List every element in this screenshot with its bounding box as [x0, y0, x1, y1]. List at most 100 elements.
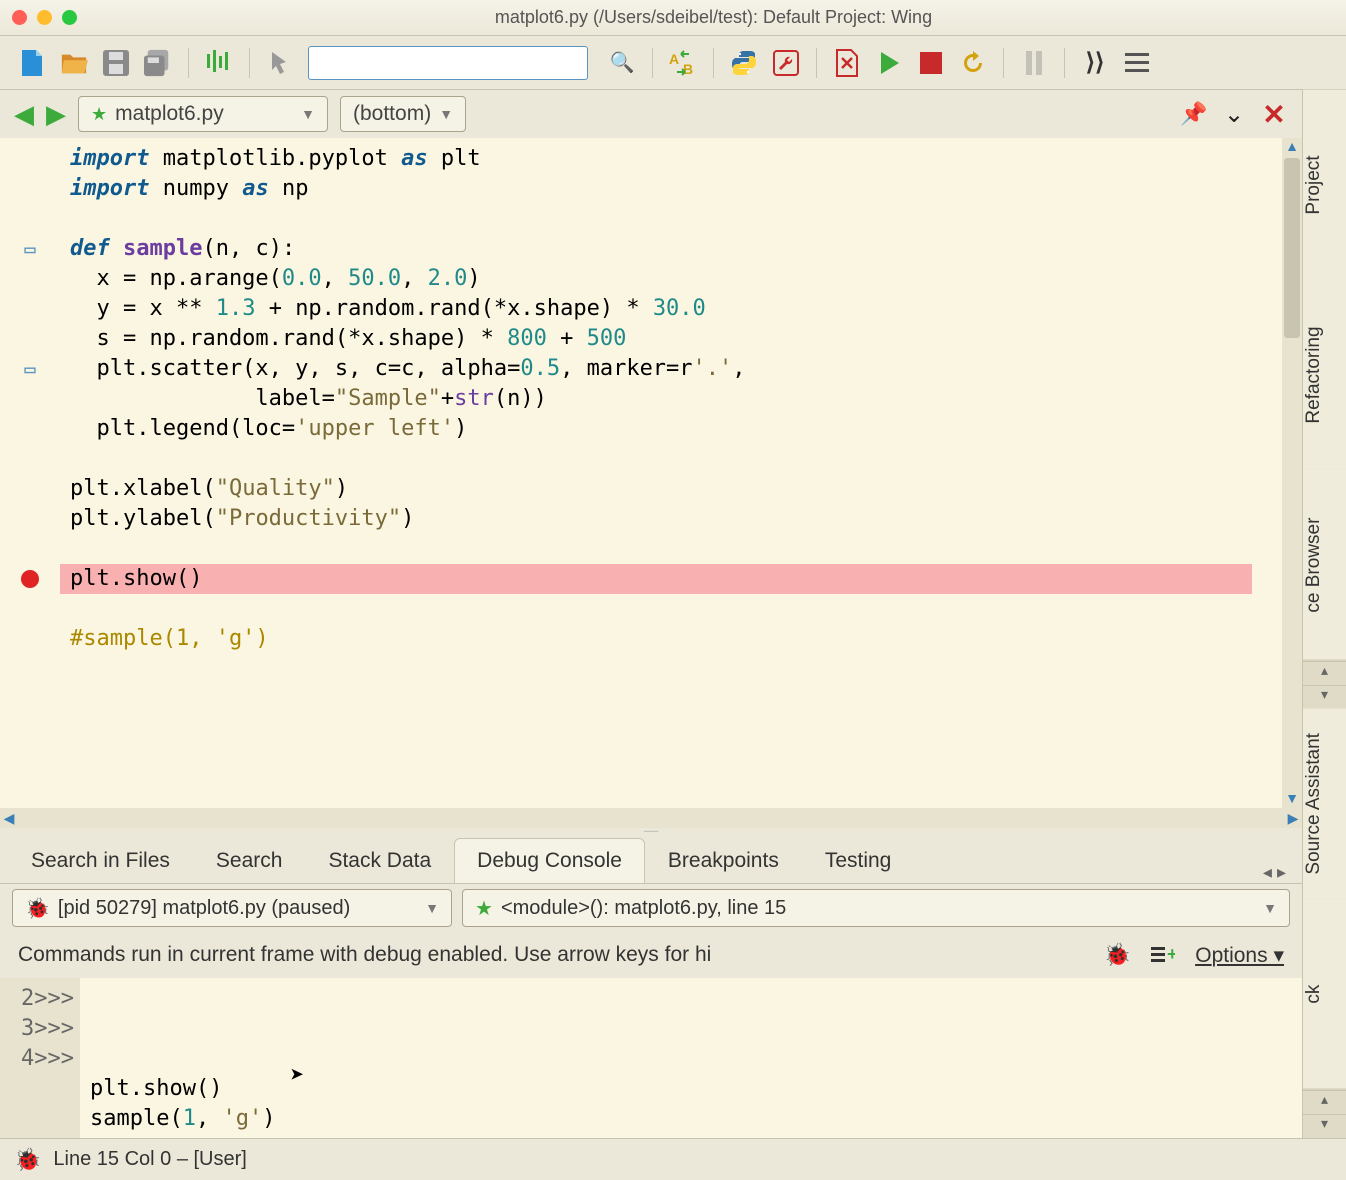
wrench-icon[interactable] — [772, 49, 800, 77]
nav-forward-icon[interactable]: ▶ — [46, 99, 66, 130]
step-icon[interactable]: ⟩⟩ — [1081, 49, 1109, 77]
run-icon[interactable] — [875, 49, 903, 77]
frame-selector[interactable]: ★ <module>(): matplot6.py, line 15 ▼ — [462, 889, 1290, 927]
python-icon[interactable] — [730, 49, 758, 77]
code-line[interactable] — [70, 204, 1282, 234]
code-line[interactable]: x = np.arange(0.0, 50.0, 2.0) — [70, 264, 1282, 294]
code-line[interactable]: y = x ** 1.3 + np.random.rand(*x.shape) … — [70, 294, 1282, 324]
horizontal-scrollbar[interactable]: ◀ ▶ — [0, 808, 1302, 828]
cursor-icon[interactable] — [266, 49, 294, 77]
search-box[interactable] — [308, 46, 588, 80]
tabs-scroll-nav[interactable]: ◂ ▸ — [1255, 862, 1294, 883]
tab-debug-console[interactable]: Debug Console — [454, 838, 645, 883]
gutter-row[interactable] — [0, 474, 60, 504]
code-area[interactable]: import matplotlib.pyplot as pltimport nu… — [60, 138, 1282, 808]
process-selector[interactable]: 🐞 [pid 50279] matplot6.py (paused) ▼ — [12, 889, 452, 927]
gutter-row[interactable]: ▭ — [0, 354, 60, 384]
side-tab-refactoring[interactable]: Refactoring — [1303, 280, 1346, 471]
side-tab-ce-browser[interactable]: ce Browser — [1303, 470, 1346, 661]
gutter-row[interactable]: ▭ — [0, 234, 60, 264]
new-file-icon[interactable] — [18, 49, 46, 77]
side-scroll-down[interactable]: ▾ — [1303, 685, 1346, 709]
code-line[interactable]: label="Sample"+str(n)) — [70, 384, 1282, 414]
code-line[interactable]: plt.ylabel("Productivity") — [70, 504, 1282, 534]
gutter-row[interactable] — [0, 594, 60, 624]
side-tab-ck[interactable]: ck — [1303, 899, 1346, 1090]
gutter-row[interactable] — [0, 564, 60, 594]
scope-selector[interactable]: (bottom) ▼ — [340, 96, 466, 132]
compare-icon[interactable]: AB — [669, 49, 697, 77]
code-line[interactable] — [70, 594, 1282, 624]
code-line[interactable]: s = np.random.rand(*x.shape) * 800 + 500 — [70, 324, 1282, 354]
code-line[interactable]: plt.scatter(x, y, s, c=c, alpha=0.5, mar… — [70, 354, 1282, 384]
gutter-row[interactable] — [0, 534, 60, 564]
gutter-row[interactable] — [0, 294, 60, 324]
gutter-row[interactable] — [0, 144, 60, 174]
menu-icon[interactable] — [1123, 49, 1151, 77]
tab-stack-data[interactable]: Stack Data — [305, 838, 454, 883]
window-zoom-button[interactable] — [62, 10, 77, 25]
code-line[interactable] — [70, 534, 1282, 564]
scroll-right-icon[interactable]: ▶ — [1284, 810, 1302, 827]
window-close-button[interactable] — [12, 10, 27, 25]
gutter-row[interactable] — [0, 444, 60, 474]
gutter-row[interactable] — [0, 624, 60, 654]
search-icon[interactable]: 🔍 — [608, 49, 636, 77]
console-line[interactable]: sample(1, 'g') — [90, 1104, 1302, 1134]
code-line[interactable]: plt.xlabel("Quality") — [70, 474, 1282, 504]
console-line[interactable]: plt.show() — [90, 1074, 1302, 1104]
expand-down-icon[interactable]: ⌄ — [1220, 100, 1248, 128]
scroll-left-icon[interactable]: ◀ — [0, 810, 18, 827]
debug-console[interactable]: 2>>>3>>>4>>> ➤ plt.show()sample(1, 'g') — [0, 978, 1302, 1138]
indent-icon[interactable] — [205, 49, 233, 77]
gutter-row[interactable] — [0, 384, 60, 414]
close-icon[interactable]: ✕ — [1260, 100, 1288, 128]
code-line[interactable]: #sample(1, 'g') — [70, 624, 1282, 654]
stop-icon[interactable] — [917, 49, 945, 77]
tab-search[interactable]: Search — [193, 838, 306, 883]
add-watch-icon[interactable]: + — [1151, 944, 1175, 966]
gutter-row[interactable] — [0, 414, 60, 444]
open-folder-icon[interactable] — [60, 49, 88, 77]
save-icon[interactable] — [102, 49, 130, 77]
pause-icon[interactable] — [1020, 49, 1048, 77]
gutter-row[interactable] — [0, 504, 60, 534]
code-line[interactable]: plt.legend(loc='upper left') — [70, 414, 1282, 444]
search-input[interactable] — [317, 54, 579, 72]
code-line[interactable]: plt.show() — [60, 564, 1252, 594]
code-line[interactable]: def sample(n, c): — [70, 234, 1282, 264]
tab-testing[interactable]: Testing — [802, 838, 915, 883]
side-tab-project[interactable]: Project — [1303, 90, 1346, 280]
gutter-row[interactable] — [0, 174, 60, 204]
tab-search-in-files[interactable]: Search in Files — [8, 838, 193, 883]
code-line[interactable]: import numpy as np — [70, 174, 1282, 204]
editor-gutter[interactable]: ▭▭ — [0, 138, 60, 808]
gutter-row[interactable] — [0, 324, 60, 354]
scrollbar-thumb[interactable] — [1284, 158, 1300, 338]
bug-toggle-icon[interactable]: 🐞 — [1104, 942, 1131, 968]
file-selector[interactable]: ★ matplot6.py ▼ — [78, 96, 328, 132]
side-scroll-up[interactable]: ▴ — [1303, 661, 1346, 685]
code-line[interactable]: import matplotlib.pyplot as plt — [70, 144, 1282, 174]
scroll-down-icon[interactable]: ▼ — [1282, 790, 1302, 808]
side-scroll-up[interactable]: ▴ — [1303, 1090, 1346, 1114]
gutter-row[interactable] — [0, 204, 60, 234]
code-editor[interactable]: ▭▭ import matplotlib.pyplot as pltimport… — [0, 138, 1302, 808]
code-line[interactable] — [70, 444, 1282, 474]
options-menu[interactable]: OOptionsptions ▾ — [1195, 943, 1284, 968]
side-scroll-down[interactable]: ▾ — [1303, 1114, 1346, 1138]
restart-icon[interactable] — [959, 49, 987, 77]
pin-icon[interactable]: 📌 — [1180, 100, 1208, 128]
scroll-up-icon[interactable]: ▲ — [1282, 138, 1302, 156]
nav-back-icon[interactable]: ◀ — [14, 99, 34, 130]
window-minimize-button[interactable] — [37, 10, 52, 25]
tab-breakpoints[interactable]: Breakpoints — [645, 838, 802, 883]
splitter[interactable]: ┄┄┄ — [0, 828, 1302, 836]
gutter-row[interactable] — [0, 264, 60, 294]
side-tab-source-assistant[interactable]: Source Assistant — [1303, 709, 1346, 900]
vertical-scrollbar[interactable]: ▲ ▼ — [1282, 138, 1302, 808]
console-body[interactable]: ➤ plt.show()sample(1, 'g') — [80, 978, 1302, 1138]
stop-debug-icon[interactable] — [833, 49, 861, 77]
save-all-icon[interactable] — [144, 49, 172, 77]
breakpoint-icon[interactable] — [21, 570, 39, 588]
